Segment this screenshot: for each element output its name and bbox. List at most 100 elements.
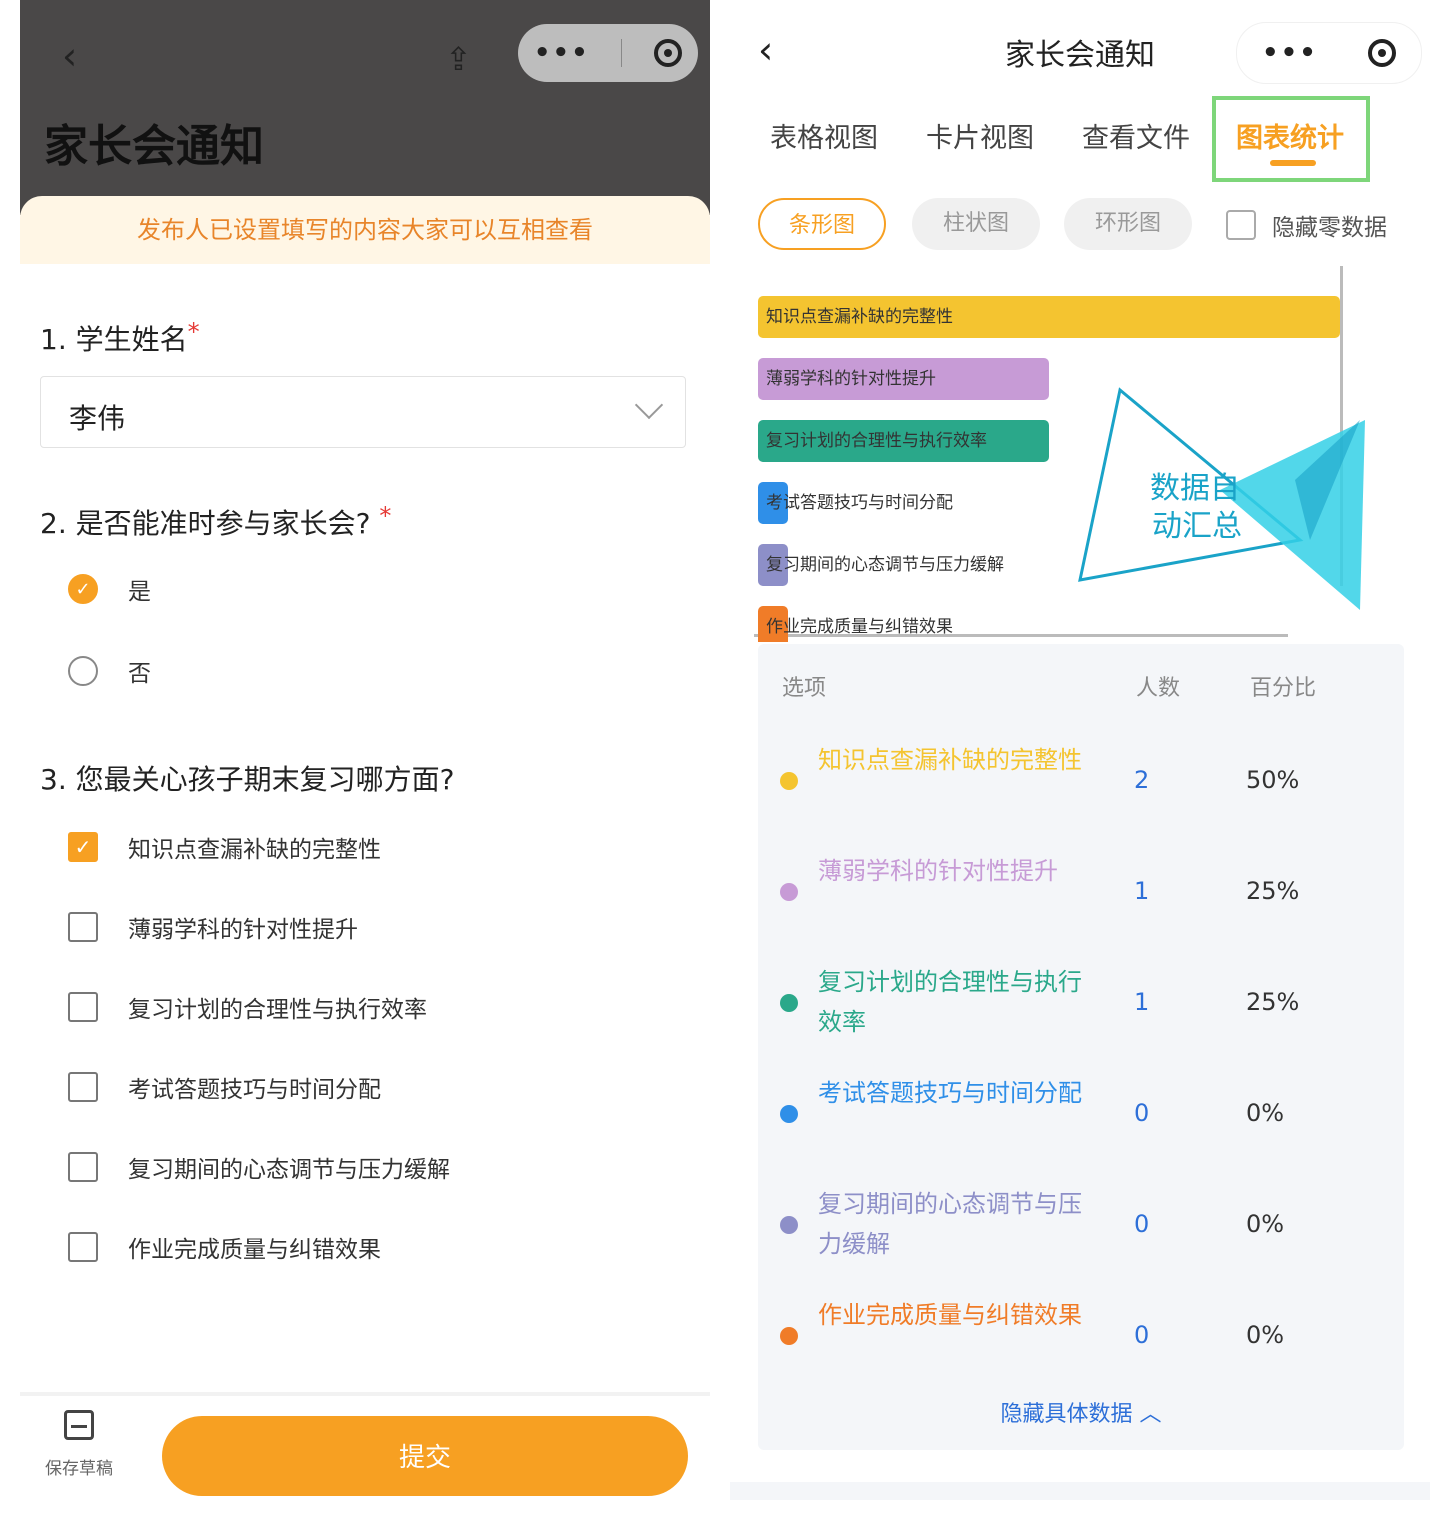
miniprogram-capsule: ••• bbox=[518, 24, 698, 82]
question-1-text: 1. 学生姓名 bbox=[40, 323, 188, 356]
radio-option-no[interactable]: 否 bbox=[68, 654, 151, 688]
table-row: 薄弱学科的针对性提升 1 25% bbox=[758, 839, 1404, 949]
tab-card-view[interactable]: 卡片视图 bbox=[926, 116, 1034, 155]
close-miniprogram-icon[interactable] bbox=[1367, 39, 1396, 67]
chart-bar-label: 复习期间的心态调节与压力缓解 bbox=[766, 555, 1004, 575]
chart-type-donut[interactable]: 环形图 bbox=[1064, 198, 1192, 250]
table-header-percent: 百分比 bbox=[1250, 676, 1317, 701]
capsule-divider bbox=[621, 39, 623, 67]
table-row: 复习计划的合理性与执行效率 1 25% bbox=[758, 950, 1404, 1060]
checkbox-option[interactable]: 复习期间的心态调节与压力缓解 bbox=[68, 1150, 450, 1184]
header-bar: ‹ ⇪ ••• 家长会通知 bbox=[20, 0, 710, 215]
series-color-dot bbox=[780, 994, 798, 1012]
checkbox-label: 考试答题技巧与时间分配 bbox=[128, 1077, 381, 1103]
table-cell-count: 0 bbox=[1134, 1210, 1150, 1238]
tab-table-view[interactable]: 表格视图 bbox=[770, 116, 878, 155]
checkbox-icon[interactable] bbox=[68, 912, 98, 942]
checkbox-label: 复习期间的心态调节与压力缓解 bbox=[128, 1157, 450, 1183]
chart-type-column[interactable]: 柱状图 bbox=[912, 198, 1040, 250]
question-1-title: 1. 学生姓名* bbox=[40, 318, 200, 358]
chart-bar-label: 复习计划的合理性与执行效率 bbox=[766, 431, 987, 451]
chart-bar-label: 薄弱学科的针对性提升 bbox=[766, 369, 936, 389]
table-cell-percent: 50% bbox=[1246, 766, 1300, 794]
series-color-dot bbox=[780, 883, 798, 901]
table-row: 知识点查漏补缺的完整性 2 50% bbox=[758, 728, 1404, 838]
checkbox-option[interactable]: 考试答题技巧与时间分配 bbox=[68, 1070, 381, 1104]
radio-option-label: 否 bbox=[128, 661, 151, 687]
chart-bar-label: 作业完成质量与纠错效果 bbox=[766, 617, 953, 637]
checkbox-label: 复习计划的合理性与执行效率 bbox=[128, 997, 427, 1023]
question-2-text: 2. 是否能准时参与家长会? bbox=[40, 507, 371, 540]
table-cell-percent: 0% bbox=[1246, 1099, 1285, 1127]
hide-zero-toggle[interactable]: 隐藏零数据 bbox=[1226, 208, 1387, 242]
hide-details-label: 隐藏具体数据 bbox=[1000, 1402, 1133, 1427]
active-tab-underline bbox=[1270, 160, 1316, 166]
save-draft-button[interactable]: 保存草稿 bbox=[34, 1410, 124, 1479]
checkbox-label: 知识点查漏补缺的完整性 bbox=[128, 837, 381, 863]
table-cell-option: 知识点查漏补缺的完整性 bbox=[818, 746, 1082, 774]
tab-files[interactable]: 查看文件 bbox=[1082, 116, 1190, 155]
checkbox-label: 作业完成质量与纠错效果 bbox=[128, 1237, 381, 1263]
more-icon[interactable]: ••• bbox=[534, 38, 590, 68]
table-cell-count: 1 bbox=[1134, 988, 1150, 1016]
radio-option-label: 是 bbox=[128, 579, 151, 605]
checkbox-label: 薄弱学科的针对性提升 bbox=[128, 917, 358, 943]
form-screen: ‹ ⇪ ••• 家长会通知 发布人已设置填写的内容大家可以互相查看 1. 学生姓… bbox=[20, 0, 710, 1519]
table-cell-percent: 25% bbox=[1246, 988, 1300, 1016]
table-cell-count: 0 bbox=[1134, 1321, 1150, 1349]
table-row: 作业完成质量与纠错效果 0 0% bbox=[758, 1283, 1404, 1393]
required-mark: * bbox=[379, 502, 392, 530]
table-cell-option: 复习计划的合理性与执行效率 bbox=[818, 968, 1082, 1036]
page-title: 家长会通知 bbox=[44, 121, 264, 172]
stats-table: 选项 人数 百分比 知识点查漏补缺的完整性 2 50% 薄弱学科的针对性提升 1 25% 复… bbox=[758, 644, 1404, 1450]
table-cell-option: 考试答题技巧与时间分配 bbox=[818, 1079, 1082, 1107]
checkbox-checked-icon[interactable]: ✓ bbox=[68, 832, 98, 862]
chevron-up-icon: ︿ bbox=[1139, 1402, 1162, 1427]
table-row: 复习期间的心态调节与压力缓解 0 0% bbox=[758, 1172, 1404, 1282]
stats-screen: ‹ 家长会通知 ••• 表格视图 卡片视图 查看文件 图表统计 条形图 柱状图 … bbox=[730, 0, 1430, 1500]
hide-details-toggle[interactable]: 隐藏具体数据 ︿ bbox=[758, 1396, 1404, 1428]
checkbox-option[interactable]: 作业完成质量与纠错效果 bbox=[68, 1230, 381, 1264]
share-icon[interactable]: ⇪ bbox=[445, 40, 472, 78]
table-cell-percent: 0% bbox=[1246, 1321, 1285, 1349]
question-3-title: 3. 您最关心孩子期末复习哪方面? bbox=[40, 763, 455, 796]
checkbox-option[interactable]: ✓ 知识点查漏补缺的完整性 bbox=[68, 830, 381, 864]
table-row: 考试答题技巧与时间分配 0 0% bbox=[758, 1061, 1404, 1171]
chart-value-axis bbox=[1340, 266, 1343, 586]
chart-type-bar[interactable]: 条形图 bbox=[758, 198, 886, 250]
student-name-select[interactable]: 李伟 bbox=[40, 376, 686, 448]
table-header-count: 人数 bbox=[1136, 676, 1181, 701]
series-color-dot bbox=[780, 1216, 798, 1234]
checkbox-icon[interactable] bbox=[68, 1072, 98, 1102]
table-cell-count: 2 bbox=[1134, 766, 1150, 794]
checkbox-icon[interactable] bbox=[68, 992, 98, 1022]
table-cell-option: 作业完成质量与纠错效果 bbox=[818, 1301, 1082, 1329]
radio-option-yes[interactable]: ✓ 是 bbox=[68, 572, 151, 606]
chart-bar-label: 考试答题技巧与时间分配 bbox=[766, 493, 953, 513]
save-draft-label: 保存草稿 bbox=[45, 1459, 113, 1479]
checkbox-option[interactable]: 复习计划的合理性与执行效率 bbox=[68, 990, 427, 1024]
checkbox-option[interactable]: 薄弱学科的针对性提升 bbox=[68, 910, 358, 944]
view-tabs: 表格视图 卡片视图 查看文件 图表统计 bbox=[750, 96, 1430, 188]
table-cell-option: 薄弱学科的针对性提升 bbox=[818, 857, 1058, 885]
checkbox-icon[interactable] bbox=[68, 1232, 98, 1262]
form-footer: 保存草稿 提交 bbox=[20, 1392, 710, 1519]
table-header-option: 选项 bbox=[782, 676, 827, 701]
tab-chart-stats[interactable]: 图表统计 bbox=[1236, 116, 1344, 155]
submit-button[interactable]: 提交 bbox=[162, 1416, 688, 1496]
student-name-value: 李伟 bbox=[69, 402, 126, 435]
radio-unchecked-icon[interactable] bbox=[68, 656, 98, 686]
chevron-down-icon bbox=[634, 390, 664, 420]
required-mark: * bbox=[187, 318, 200, 346]
series-color-dot bbox=[780, 1105, 798, 1123]
close-miniprogram-icon[interactable] bbox=[654, 39, 683, 67]
miniprogram-capsule: ••• bbox=[1236, 22, 1422, 84]
chart-bar-label: 知识点查漏补缺的完整性 bbox=[766, 307, 953, 327]
table-cell-count: 1 bbox=[1134, 877, 1150, 905]
radio-checked-icon[interactable]: ✓ bbox=[68, 574, 98, 604]
checkbox-icon[interactable] bbox=[68, 1152, 98, 1182]
back-icon[interactable]: ‹ bbox=[62, 34, 77, 78]
more-icon[interactable]: ••• bbox=[1262, 38, 1318, 68]
bar-chart: 知识点查漏补缺的完整性 薄弱学科的针对性提升复习计划的合理性与执行效率 考试答题技巧… bbox=[754, 266, 1354, 642]
checkbox-icon[interactable] bbox=[1226, 210, 1256, 240]
